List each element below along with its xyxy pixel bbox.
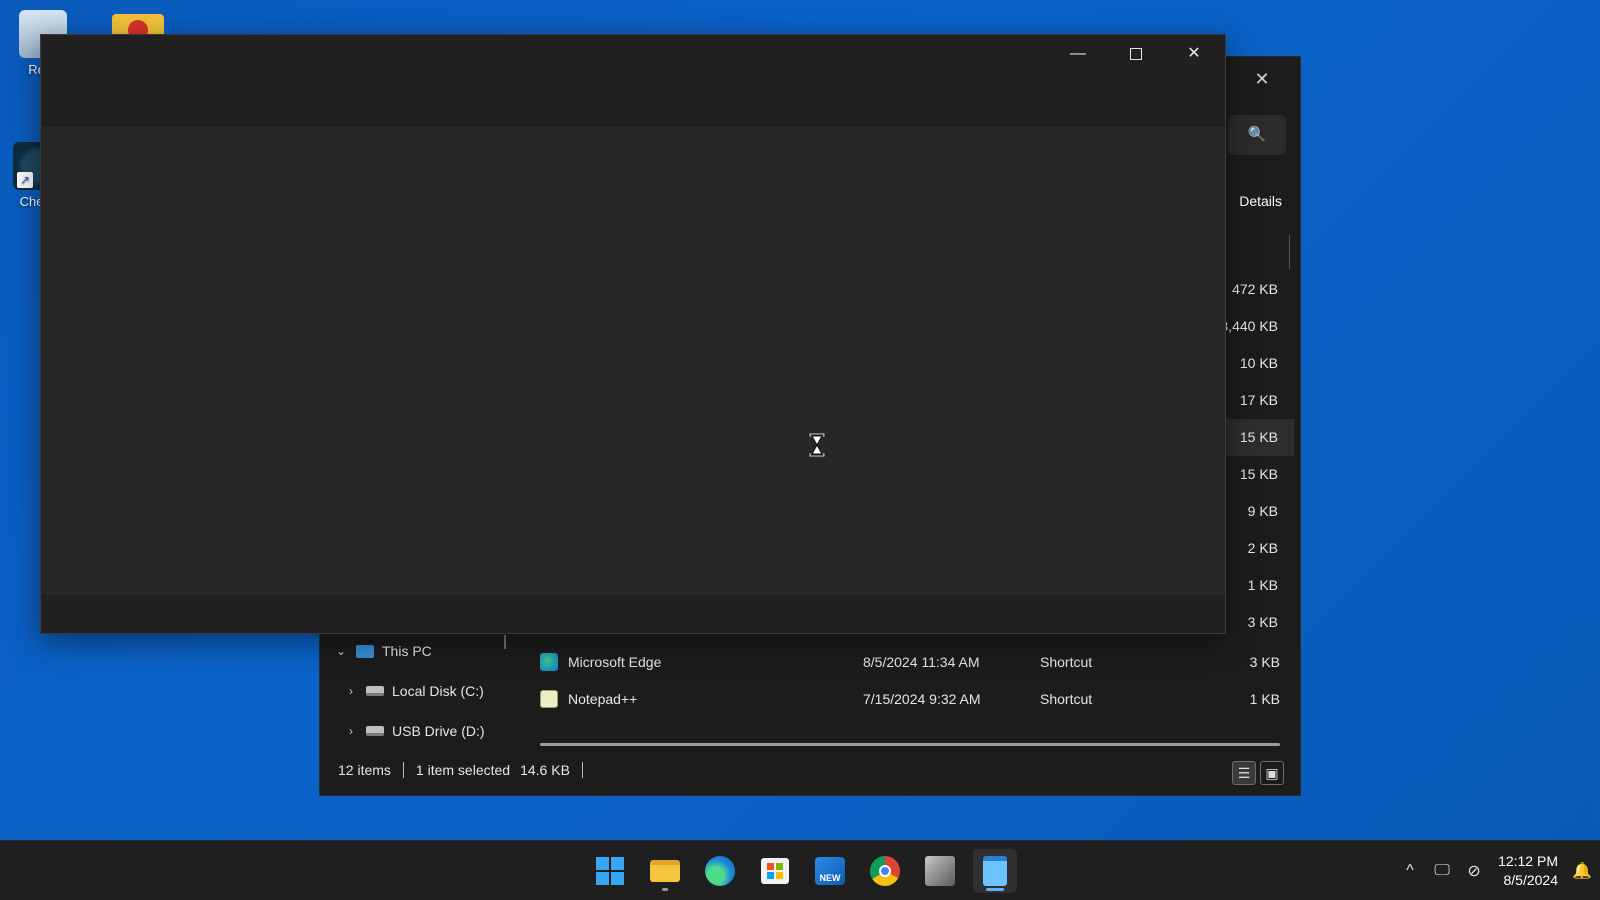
tool-app-icon (925, 856, 955, 886)
close-button[interactable]: ✕ (1165, 37, 1223, 71)
file-size: 3 KB (1249, 654, 1280, 670)
pc-icon (356, 644, 374, 658)
chrome-taskbar-button[interactable] (863, 849, 907, 893)
file-name: Notepad++ (568, 691, 638, 707)
edge-taskbar-button[interactable] (698, 849, 742, 893)
details-view-icon[interactable]: ☰ (1232, 761, 1256, 785)
clock-time: 12:12 PM (1498, 853, 1558, 869)
file-row[interactable]: Notepad++ 7/15/2024 9:32 AM Shortcut 1 K… (540, 682, 1280, 716)
search-icon[interactable]: 🔍 (1228, 115, 1286, 155)
chevron-down-icon[interactable]: ⌄ (334, 635, 348, 667)
chevron-up-icon[interactable]: ^ (1394, 862, 1426, 880)
taskbar-apps: NEW (588, 849, 1017, 893)
maximize-button[interactable] (1107, 37, 1165, 71)
nav-pane-splitter[interactable] (504, 635, 506, 649)
notepad-taskbar-button[interactable] (973, 849, 1017, 893)
nav-item-label: Local Disk (C:) (392, 683, 484, 699)
windows-logo-icon (596, 857, 624, 885)
file-date: 8/5/2024 11:34 AM (863, 654, 980, 670)
chevron-right-icon[interactable]: › (344, 715, 358, 747)
app-title-bar[interactable]: — ✕ (41, 35, 1225, 127)
file-explorer-taskbar-button[interactable] (643, 849, 687, 893)
system-tray: ^ 🖵 ⊘ 12:12 PM 8/5/2024 🔔 (1394, 841, 1600, 900)
item-count: 12 items (338, 762, 391, 778)
app-window: — ✕ (40, 34, 1226, 634)
file-type: Shortcut (1040, 654, 1093, 670)
status-separator (581, 762, 583, 778)
status-bar: 12 items 1 item selected 14.6 KB ☰ ▣ (320, 753, 1300, 787)
app-footer (41, 595, 1225, 633)
start-button[interactable] (588, 849, 632, 893)
minimize-button[interactable]: — (1049, 37, 1107, 71)
drive-icon (366, 686, 384, 696)
outlook-icon: NEW (815, 857, 845, 885)
file-date: 7/15/2024 9:32 AM (863, 691, 981, 707)
nav-item-this-pc[interactable]: ⌄ This PC (334, 635, 432, 667)
explorer-close-button[interactable]: ✕ (1242, 63, 1282, 95)
edge-icon (540, 653, 558, 671)
folder-icon (650, 860, 680, 882)
clock-date: 8/5/2024 (1503, 872, 1559, 888)
network-icon[interactable]: ⊘ (1458, 861, 1490, 881)
busy-cursor-icon (809, 433, 825, 457)
display-icon[interactable]: 🖵 (1426, 862, 1458, 880)
horizontal-scrollbar[interactable] (540, 743, 1280, 746)
file-type: Shortcut (1040, 691, 1093, 707)
column-divider[interactable] (1289, 235, 1290, 269)
file-size: 1 KB (1249, 691, 1280, 707)
tiles-view-icon[interactable]: ▣ (1260, 761, 1284, 785)
view-buttons: ☰ ▣ (1232, 761, 1284, 785)
selection-size: 14.6 KB (520, 762, 570, 778)
chrome-icon (870, 856, 900, 886)
chevron-right-icon[interactable]: › (344, 675, 358, 707)
nav-item-label: This PC (382, 643, 432, 659)
taskbar: NEW ^ 🖵 ⊘ 12:12 PM 8/5/2024 🔔 (0, 840, 1600, 900)
notepad-plus-plus-icon (540, 690, 558, 708)
nav-item-usb-drive[interactable]: › USB Drive (D:) (344, 715, 485, 747)
selection-count: 1 item selected (415, 762, 511, 778)
store-icon (761, 858, 789, 884)
nav-item-local-disk[interactable]: › Local Disk (C:) (344, 675, 484, 707)
notepad-icon (983, 856, 1007, 886)
drive-icon (366, 726, 384, 736)
file-row[interactable]: Microsoft Edge 8/5/2024 11:34 AM Shortcu… (540, 645, 1280, 679)
file-name: Microsoft Edge (568, 654, 662, 670)
edge-icon (705, 856, 735, 886)
status-separator (402, 762, 404, 778)
folder-icon[interactable] (112, 14, 164, 40)
notification-bell-icon[interactable]: 🔔 (1564, 861, 1600, 881)
store-taskbar-button[interactable] (753, 849, 797, 893)
outlook-taskbar-button[interactable]: NEW (808, 849, 852, 893)
clock[interactable]: 12:12 PM 8/5/2024 (1490, 852, 1564, 890)
nav-item-label: USB Drive (D:) (392, 723, 485, 739)
details-button[interactable]: Details (1239, 193, 1282, 209)
tool-taskbar-button[interactable] (918, 849, 962, 893)
maximize-icon (1130, 47, 1142, 60)
